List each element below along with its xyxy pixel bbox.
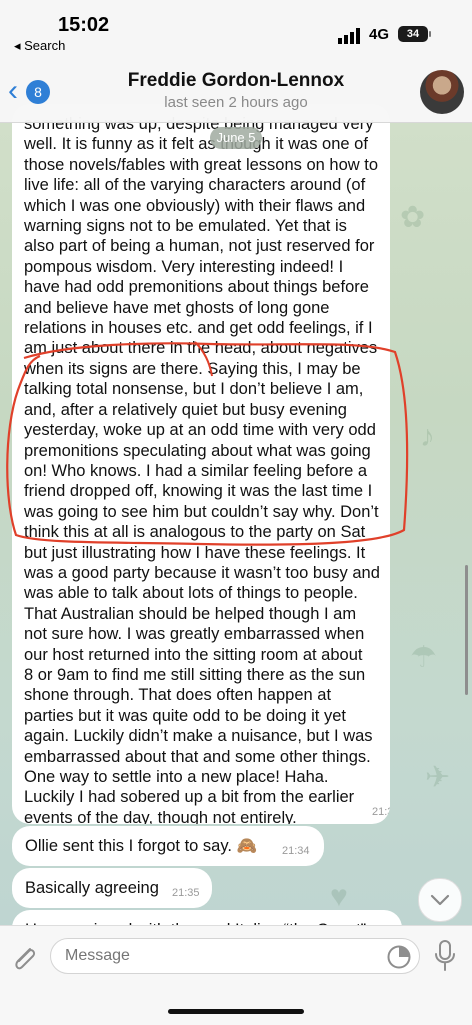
- message-line: not sure how. I was greatly embarrassed …: [24, 625, 365, 644]
- battery-indicator: 34: [398, 26, 428, 42]
- message-line: parties but it was quite odd to be doing…: [24, 706, 346, 725]
- doodle-icon: ✈: [425, 761, 451, 794]
- battery-nub: [429, 31, 431, 37]
- date-pill: June 5: [210, 127, 262, 149]
- message-line: those novels/fables with great lessons o…: [24, 155, 379, 174]
- message-line: 8 or 9am to find me still sitting there …: [24, 665, 366, 684]
- paperclip-icon[interactable]: [10, 941, 38, 973]
- microphone-icon[interactable]: [432, 939, 458, 973]
- doodle-icon: ♥: [330, 880, 348, 913]
- message-line: live life: all of the varying characters…: [24, 176, 366, 195]
- contact-name[interactable]: Freddie Gordon-Lennox: [0, 70, 472, 92]
- message-bubble[interactable]: Basically agreeing 21:35: [12, 868, 212, 908]
- message-bubble[interactable]: Ollie sent this I forgot to say. 🙈 21:34: [12, 826, 324, 866]
- scrollbar[interactable]: [465, 565, 468, 695]
- message-line: have had odd premonitions about things b…: [24, 278, 369, 297]
- message-line: pompous wisdom. Very interesting indeed!…: [24, 257, 344, 276]
- back-to-search[interactable]: ◂ Search: [14, 38, 65, 54]
- doodle-icon: ☂: [410, 641, 437, 674]
- chevron-down-icon: [430, 894, 450, 906]
- message-line: and believe have met ghosts of long gone: [24, 298, 330, 317]
- message-line: also part of being a human, not just res…: [24, 237, 375, 256]
- message-line: which I was one obviously) with their fl…: [24, 196, 366, 215]
- signal-icon: [338, 28, 360, 44]
- network-label: 4G: [369, 26, 390, 43]
- red-annotation-circle: [6, 341, 409, 546]
- scroll-down-button[interactable]: [418, 878, 462, 922]
- message-input[interactable]: [50, 938, 420, 974]
- message-line: events of the day, though not entirely.: [24, 808, 297, 824]
- message-line: Luckily I had sobered up a bit from the …: [24, 788, 355, 807]
- message-line: One way to settle into a new place! Haha…: [24, 768, 329, 786]
- sticker-icon[interactable]: [386, 944, 412, 970]
- doodle-icon: ✿: [400, 201, 426, 234]
- last-seen-status: last seen 2 hours ago: [164, 94, 308, 111]
- message-line: embarrassed about that and some other th…: [24, 747, 371, 766]
- status-time: 15:02: [58, 14, 110, 36]
- message-line: our host returned into the sitting room …: [24, 645, 363, 664]
- message-line: That Australian should be helped though …: [24, 604, 357, 623]
- home-indicator: [168, 1009, 304, 1014]
- message-line: warning signs not to be emulated. Yet th…: [24, 217, 347, 236]
- message-line: well. It is funny as it felt as though i…: [24, 135, 368, 154]
- message-text: Basically agreeing: [25, 879, 159, 897]
- message-line: was a good party because it wasn’t too b…: [24, 563, 380, 582]
- doodle-icon: ♪: [420, 420, 435, 453]
- avatar[interactable]: [420, 70, 464, 114]
- message-time: 21:33: [372, 806, 390, 818]
- message-line: again. Luckily didn’t make a nuisance, b…: [24, 727, 373, 746]
- message-text: Ollie sent this I forgot to say. 🙈: [25, 837, 258, 855]
- chat-header: 15:02 ◂ Search 4G 34 ‹ 8 Freddie Gordon-…: [0, 0, 472, 123]
- message-line: was able to talk about lots of things to…: [24, 584, 358, 603]
- message-time: 21:34: [282, 845, 310, 857]
- message-time: 21:35: [172, 887, 200, 899]
- message-line: shone through. That does often happen at: [24, 686, 332, 705]
